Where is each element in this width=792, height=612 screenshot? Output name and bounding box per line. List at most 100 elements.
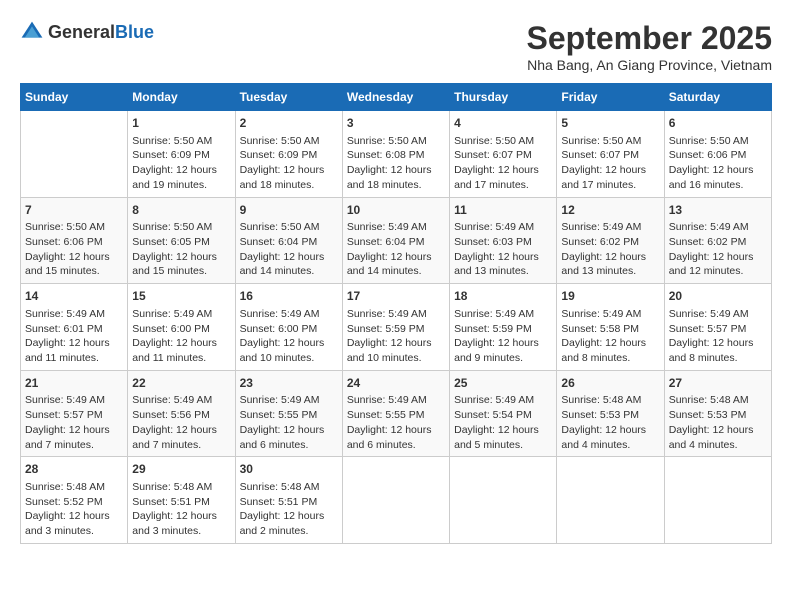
day-number: 13	[669, 202, 767, 219]
day-number: 14	[25, 288, 123, 305]
sunset-text: Sunset: 6:04 PM	[347, 235, 445, 250]
day-number: 4	[454, 115, 552, 132]
day-number: 28	[25, 461, 123, 478]
col-tuesday: Tuesday	[235, 84, 342, 111]
sunrise-text: Sunrise: 5:49 AM	[132, 307, 230, 322]
daylight-text: Daylight: 12 hours and 9 minutes.	[454, 336, 552, 365]
calendar-cell-w3-d1: 14Sunrise: 5:49 AMSunset: 6:01 PMDayligh…	[21, 284, 128, 371]
daylight-text: Daylight: 12 hours and 17 minutes.	[454, 163, 552, 192]
sunrise-text: Sunrise: 5:50 AM	[454, 134, 552, 149]
sunset-text: Sunset: 5:55 PM	[347, 408, 445, 423]
sunset-text: Sunset: 6:04 PM	[240, 235, 338, 250]
daylight-text: Daylight: 12 hours and 19 minutes.	[132, 163, 230, 192]
calendar-cell-w1-d6: 5Sunrise: 5:50 AMSunset: 6:07 PMDaylight…	[557, 111, 664, 198]
sunset-text: Sunset: 5:55 PM	[240, 408, 338, 423]
daylight-text: Daylight: 12 hours and 2 minutes.	[240, 509, 338, 538]
day-number: 17	[347, 288, 445, 305]
sunset-text: Sunset: 6:02 PM	[561, 235, 659, 250]
day-number: 20	[669, 288, 767, 305]
sunrise-text: Sunrise: 5:49 AM	[347, 220, 445, 235]
sunrise-text: Sunrise: 5:50 AM	[25, 220, 123, 235]
calendar-week-1: 1Sunrise: 5:50 AMSunset: 6:09 PMDaylight…	[21, 111, 772, 198]
sunset-text: Sunset: 5:56 PM	[132, 408, 230, 423]
sunset-text: Sunset: 5:59 PM	[347, 322, 445, 337]
daylight-text: Daylight: 12 hours and 6 minutes.	[240, 423, 338, 452]
day-number: 19	[561, 288, 659, 305]
sunrise-text: Sunrise: 5:50 AM	[132, 134, 230, 149]
sunrise-text: Sunrise: 5:49 AM	[561, 220, 659, 235]
col-monday: Monday	[128, 84, 235, 111]
sunset-text: Sunset: 5:52 PM	[25, 495, 123, 510]
sunset-text: Sunset: 6:09 PM	[132, 148, 230, 163]
sunrise-text: Sunrise: 5:49 AM	[347, 307, 445, 322]
day-number: 16	[240, 288, 338, 305]
daylight-text: Daylight: 12 hours and 11 minutes.	[132, 336, 230, 365]
daylight-text: Daylight: 12 hours and 7 minutes.	[132, 423, 230, 452]
col-thursday: Thursday	[450, 84, 557, 111]
day-number: 9	[240, 202, 338, 219]
title-area: September 2025 Nha Bang, An Giang Provin…	[527, 20, 772, 73]
sunrise-text: Sunrise: 5:49 AM	[454, 220, 552, 235]
sunset-text: Sunset: 5:59 PM	[454, 322, 552, 337]
day-number: 1	[132, 115, 230, 132]
daylight-text: Daylight: 12 hours and 13 minutes.	[454, 250, 552, 279]
calendar-cell-w1-d7: 6Sunrise: 5:50 AMSunset: 6:06 PMDaylight…	[664, 111, 771, 198]
sunrise-text: Sunrise: 5:50 AM	[132, 220, 230, 235]
calendar-table: Sunday Monday Tuesday Wednesday Thursday…	[20, 83, 772, 544]
daylight-text: Daylight: 12 hours and 17 minutes.	[561, 163, 659, 192]
day-number: 18	[454, 288, 552, 305]
calendar-cell-w2-d6: 12Sunrise: 5:49 AMSunset: 6:02 PMDayligh…	[557, 197, 664, 284]
calendar-cell-w2-d3: 9Sunrise: 5:50 AMSunset: 6:04 PMDaylight…	[235, 197, 342, 284]
sunrise-text: Sunrise: 5:48 AM	[669, 393, 767, 408]
sunrise-text: Sunrise: 5:49 AM	[669, 220, 767, 235]
calendar-cell-w1-d3: 2Sunrise: 5:50 AMSunset: 6:09 PMDaylight…	[235, 111, 342, 198]
sunset-text: Sunset: 5:58 PM	[561, 322, 659, 337]
daylight-text: Daylight: 12 hours and 8 minutes.	[561, 336, 659, 365]
day-number: 6	[669, 115, 767, 132]
day-number: 3	[347, 115, 445, 132]
daylight-text: Daylight: 12 hours and 14 minutes.	[347, 250, 445, 279]
daylight-text: Daylight: 12 hours and 4 minutes.	[561, 423, 659, 452]
calendar-cell-w5-d7	[664, 457, 771, 544]
calendar-week-2: 7Sunrise: 5:50 AMSunset: 6:06 PMDaylight…	[21, 197, 772, 284]
daylight-text: Daylight: 12 hours and 7 minutes.	[25, 423, 123, 452]
daylight-text: Daylight: 12 hours and 5 minutes.	[454, 423, 552, 452]
sunrise-text: Sunrise: 5:50 AM	[561, 134, 659, 149]
calendar-cell-w5-d6	[557, 457, 664, 544]
sunset-text: Sunset: 6:06 PM	[25, 235, 123, 250]
sunrise-text: Sunrise: 5:49 AM	[454, 393, 552, 408]
calendar-cell-w1-d1	[21, 111, 128, 198]
calendar-cell-w4-d1: 21Sunrise: 5:49 AMSunset: 5:57 PMDayligh…	[21, 370, 128, 457]
daylight-text: Daylight: 12 hours and 14 minutes.	[240, 250, 338, 279]
sunrise-text: Sunrise: 5:50 AM	[347, 134, 445, 149]
calendar-cell-w3-d7: 20Sunrise: 5:49 AMSunset: 5:57 PMDayligh…	[664, 284, 771, 371]
daylight-text: Daylight: 12 hours and 10 minutes.	[347, 336, 445, 365]
calendar-cell-w5-d4	[342, 457, 449, 544]
daylight-text: Daylight: 12 hours and 13 minutes.	[561, 250, 659, 279]
calendar-cell-w1-d2: 1 Sunrise: 5:50 AMSunset: 6:09 PMDaylight…	[128, 111, 235, 198]
sunset-text: Sunset: 6:06 PM	[669, 148, 767, 163]
month-title: September 2025	[527, 20, 772, 57]
calendar-cell-w4-d5: 25Sunrise: 5:49 AMSunset: 5:54 PMDayligh…	[450, 370, 557, 457]
calendar-cell-w3-d6: 19Sunrise: 5:49 AMSunset: 5:58 PMDayligh…	[557, 284, 664, 371]
day-number: 15	[132, 288, 230, 305]
sunset-text: Sunset: 5:51 PM	[240, 495, 338, 510]
sunrise-text: Sunrise: 5:50 AM	[240, 134, 338, 149]
calendar-cell-w3-d4: 17 Sunrise: 5:49 AMSunset: 5:59 PMDayligh…	[342, 284, 449, 371]
logo-icon	[20, 20, 44, 44]
sunset-text: Sunset: 6:03 PM	[454, 235, 552, 250]
day-number: 29	[132, 461, 230, 478]
calendar-cell-w3-d3: 16Sunrise: 5:49 AMSunset: 6:00 PMDayligh…	[235, 284, 342, 371]
calendar-cell-w2-d7: 13Sunrise: 5:49 AMSunset: 6:02 PMDayligh…	[664, 197, 771, 284]
day-number: 5	[561, 115, 659, 132]
daylight-text: Daylight: 12 hours and 18 minutes.	[240, 163, 338, 192]
page-header: GeneralBlue September 2025 Nha Bang, An …	[20, 20, 772, 73]
day-number: 2	[240, 115, 338, 132]
daylight-text: Daylight: 12 hours and 3 minutes.	[132, 509, 230, 538]
daylight-text: Daylight: 12 hours and 4 minutes.	[669, 423, 767, 452]
sunrise-text: Sunrise: 5:49 AM	[25, 307, 123, 322]
calendar-cell-w3-d5: 18Sunrise: 5:49 AMSunset: 5:59 PMDayligh…	[450, 284, 557, 371]
col-friday: Friday	[557, 84, 664, 111]
calendar-cell-w2-d4: 10Sunrise: 5:49 AMSunset: 6:04 PMDayligh…	[342, 197, 449, 284]
calendar-cell-w3-d2: 15Sunrise: 5:49 AMSunset: 6:00 PMDayligh…	[128, 284, 235, 371]
